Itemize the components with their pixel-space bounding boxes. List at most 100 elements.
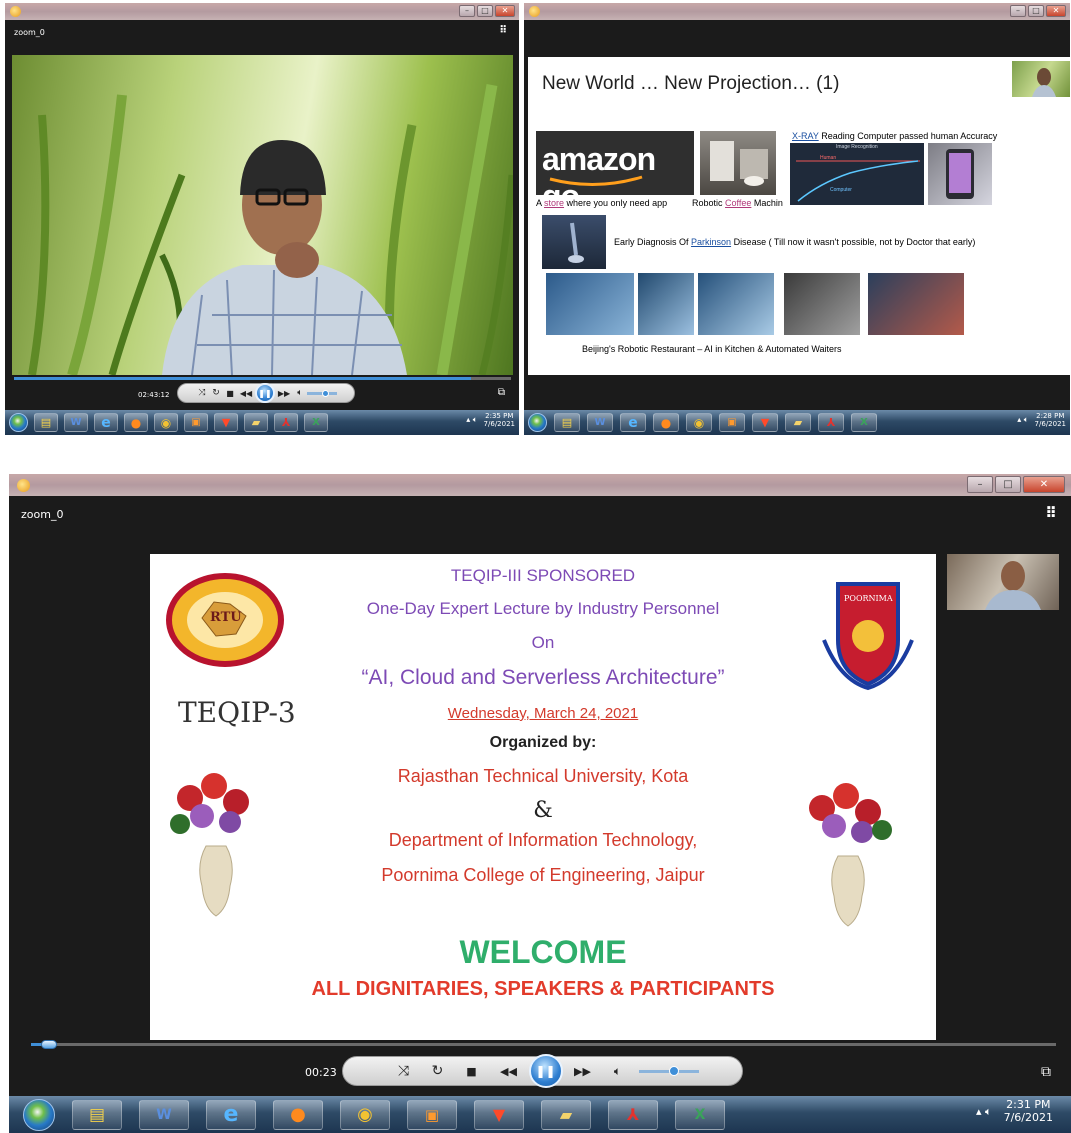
start-button[interactable] [9,413,28,432]
gallery-view-icon[interactable]: ⠿ [499,25,507,36]
explorer-icon[interactable]: ▤ [72,1099,122,1130]
gallery-view-icon[interactable]: ⠿ [1045,504,1057,522]
date-line: Wednesday, March 24, 2021 [447,705,639,722]
repeat-icon[interactable]: ↻ [421,1063,455,1079]
clock-date: 7/6/2021 [1003,1110,1053,1124]
shuffle-icon[interactable]: ⤨ [195,388,209,398]
coffee-link[interactable]: Coffee [725,198,751,208]
brave-icon[interactable]: ▼ [474,1099,524,1130]
brave-icon[interactable]: ▼ [752,413,778,432]
robot-kitchen-image-1 [546,273,634,335]
title-bar[interactable]: – □ ✕ [9,474,1071,496]
media-player-icon[interactable]: ▣ [184,413,208,432]
word-icon[interactable]: W [587,413,613,432]
close-button[interactable]: ✕ [1046,5,1066,17]
seek-handle[interactable] [41,1040,58,1049]
grass-background [28,84,513,375]
folder-icon[interactable]: ▰ [541,1099,591,1130]
dignitaries-text: ALL DIGNITARIES, SPEAKERS & PARTICIPANTS [311,978,775,1000]
fullscreen-icon[interactable]: ⧉ [498,387,505,398]
word-icon[interactable]: W [139,1099,189,1130]
start-button[interactable] [23,1098,55,1131]
parkinson-link[interactable]: Parkinson [691,237,731,247]
explorer-icon[interactable]: ▤ [34,413,58,432]
excel-icon[interactable]: X [304,413,328,432]
mute-button[interactable]: 🔈︎ [603,1064,633,1079]
parkinson-image [542,215,606,269]
explorer-icon[interactable]: ▤ [554,413,580,432]
pause-button[interactable]: ❚❚ [255,383,275,403]
firefox-icon[interactable]: ● [653,413,679,432]
minimize-button[interactable]: – [1010,5,1026,17]
slide-title: New World … New Projection… (1) [542,73,840,94]
minimize-button[interactable]: – [967,476,993,493]
internet-explorer-icon[interactable]: e [94,413,118,432]
volume-slider[interactable] [638,1065,699,1076]
excel-icon[interactable]: X [851,413,877,432]
store-link[interactable]: store [544,198,564,208]
speaker-icon[interactable]: ▴ 🔈︎ [976,1105,992,1119]
seek-bar[interactable] [14,377,511,380]
player-window-2: – □ ✕ New World … New Projection… (1) am… [524,3,1070,435]
stop-button[interactable]: ■ [455,1065,489,1078]
excel-icon[interactable]: X [675,1099,725,1130]
clock[interactable]: 2:28 PM 7/6/2021 [1035,412,1066,428]
seek-bar[interactable] [31,1040,1056,1049]
college-line: Poornima College of Engineering, Jaipur [381,865,705,885]
stop-button[interactable]: ■ [223,389,237,398]
folder-icon[interactable]: ▰ [785,413,811,432]
fast-forward-button[interactable]: ▶▶ [563,1065,603,1078]
pdf-reader-icon[interactable]: ⅄ [608,1099,658,1130]
rtu-logo: RTU [166,572,284,668]
pause-button[interactable]: ❚❚ [528,1054,563,1088]
maximize-button[interactable]: □ [1028,5,1044,17]
rewind-button[interactable]: ◀◀ [489,1065,529,1078]
clock-date: 7/6/2021 [1034,420,1066,429]
ampersand: & [533,798,553,823]
speaker-icon[interactable]: ▴ 🔈︎ [466,415,477,425]
chrome-icon[interactable]: ◉ [686,413,712,432]
internet-explorer-icon[interactable]: e [620,413,646,432]
lecture-line: One-Day Expert Lecture by Industry Perso… [366,599,720,618]
xray-link[interactable]: X-RAY [792,131,819,141]
system-tray: ▴ 🔈︎ 2:28 PM 7/6/2021 [1017,412,1066,428]
word-icon[interactable]: W [64,413,88,432]
clock-time: 2:31 PM [1006,1098,1051,1111]
media-player-icon[interactable]: ▣ [407,1099,457,1130]
start-button[interactable] [528,413,547,432]
elapsed-time: 00:23 [305,1066,337,1079]
rewind-button[interactable]: ◀◀ [237,389,255,398]
brave-icon[interactable]: ▼ [214,413,238,432]
minimize-button[interactable]: – [459,5,475,17]
robot-kitchen-image-3 [698,273,774,335]
internet-explorer-icon[interactable]: e [206,1099,256,1130]
media-player-icon[interactable]: ▣ [719,413,745,432]
firefox-icon[interactable]: ● [124,413,148,432]
pdf-reader-icon[interactable]: ⅄ [274,413,298,432]
speaker-icon[interactable]: ▴ 🔈︎ [1017,415,1028,425]
close-button[interactable]: ✕ [495,5,515,17]
clock[interactable]: 2:35 PM 7/6/2021 [484,412,515,428]
maximize-button[interactable]: □ [995,476,1021,493]
maximize-button[interactable]: □ [477,5,493,17]
media-player-app-icon [10,6,21,17]
title-bar[interactable]: – □ ✕ [524,3,1070,20]
fullscreen-icon[interactable]: ⧉ [1041,1064,1051,1080]
caption-beijing: Beijing's Robotic Restaurant – AI in Kit… [582,344,842,354]
welcome-text: WELCOME [459,934,627,970]
department-line: Department of Information Technology, [388,830,698,850]
title-bar[interactable]: – □ ✕ [5,3,519,20]
clock[interactable]: 2:31 PM 7/6/2021 [1003,1098,1053,1124]
mute-button[interactable]: 🔈︎ [293,388,307,398]
volume-slider[interactable] [307,389,337,397]
chrome-icon[interactable]: ◉ [340,1099,390,1130]
fast-forward-button[interactable]: ▶▶ [275,389,293,398]
folder-icon[interactable]: ▰ [244,413,268,432]
shuffle-icon[interactable]: ⤨ [387,1063,421,1079]
pdf-reader-icon[interactable]: ⅄ [818,413,844,432]
firefox-icon[interactable]: ● [273,1099,323,1130]
chrome-icon[interactable]: ◉ [154,413,178,432]
close-button[interactable]: ✕ [1023,476,1065,493]
speaker-thumbnail [1012,61,1070,97]
repeat-icon[interactable]: ↻ [209,388,223,398]
